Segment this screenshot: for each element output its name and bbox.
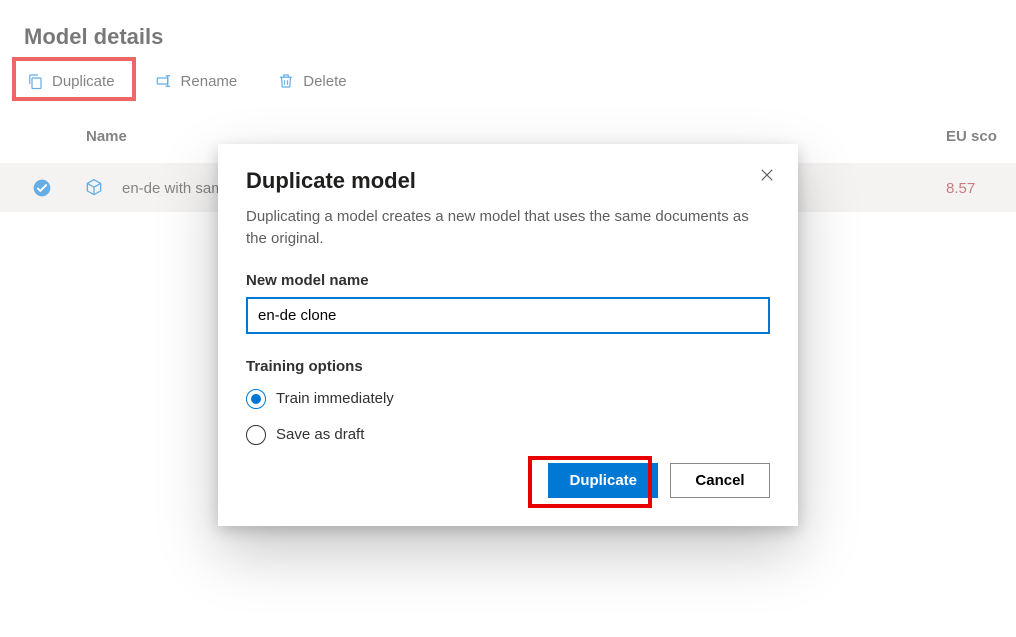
modal-title: Duplicate model <box>246 168 770 194</box>
modal-actions: Duplicate Cancel <box>246 463 770 498</box>
model-name-input[interactable] <box>246 297 770 334</box>
radio-circle-icon <box>246 425 266 445</box>
radio-save-draft[interactable]: Save as draft <box>246 425 770 445</box>
model-name-label: New model name <box>246 272 770 289</box>
radio-draft-label: Save as draft <box>276 426 364 443</box>
duplicate-modal: Duplicate model Duplicating a model crea… <box>218 144 798 526</box>
radio-train-label: Train immediately <box>276 390 394 407</box>
duplicate-confirm-button[interactable]: Duplicate <box>548 463 658 498</box>
modal-description: Duplicating a model creates a new model … <box>246 206 770 250</box>
modal-overlay: Duplicate model Duplicating a model crea… <box>0 0 1016 637</box>
radio-train-immediately[interactable]: Train immediately <box>246 389 770 409</box>
training-options-label: Training options <box>246 358 770 375</box>
cancel-button[interactable]: Cancel <box>670 463 770 498</box>
close-icon[interactable] <box>758 166 776 184</box>
radio-circle-icon <box>246 389 266 409</box>
